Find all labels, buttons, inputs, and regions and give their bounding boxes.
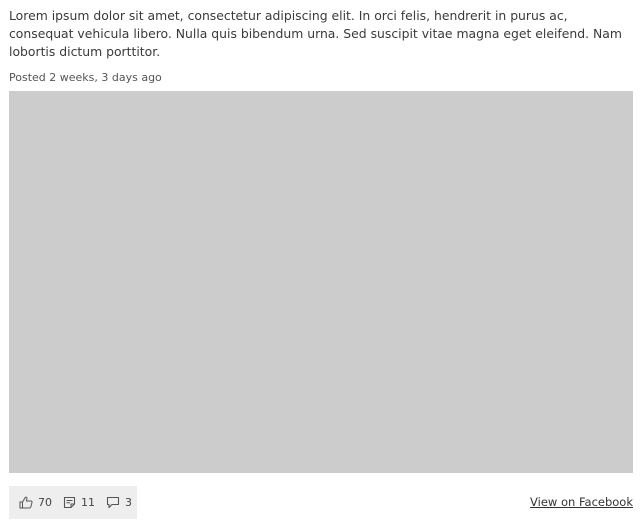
comments-count: 3 — [125, 496, 132, 509]
shares-stat: 11 — [63, 496, 95, 509]
comments-stat: 3 — [106, 496, 132, 509]
shares-count: 11 — [81, 496, 95, 509]
document-icon — [63, 496, 81, 509]
post-stats: 70 11 3 — [9, 486, 137, 519]
facebook-post: Lorem ipsum dolor sit amet, consectetur … — [9, 7, 633, 519]
likes-stat: 70 — [19, 496, 52, 509]
post-footer: 70 11 3 View on Facebook — [9, 486, 633, 519]
post-image-placeholder[interactable] — [9, 91, 633, 473]
post-text: Lorem ipsum dolor sit amet, consectetur … — [9, 8, 622, 59]
view-on-facebook-link[interactable]: View on Facebook — [530, 495, 633, 509]
comment-icon — [106, 496, 125, 509]
post-timestamp: Posted 2 weeks, 3 days ago — [9, 71, 162, 84]
thumbs-up-icon — [19, 496, 38, 509]
likes-count: 70 — [38, 496, 52, 509]
